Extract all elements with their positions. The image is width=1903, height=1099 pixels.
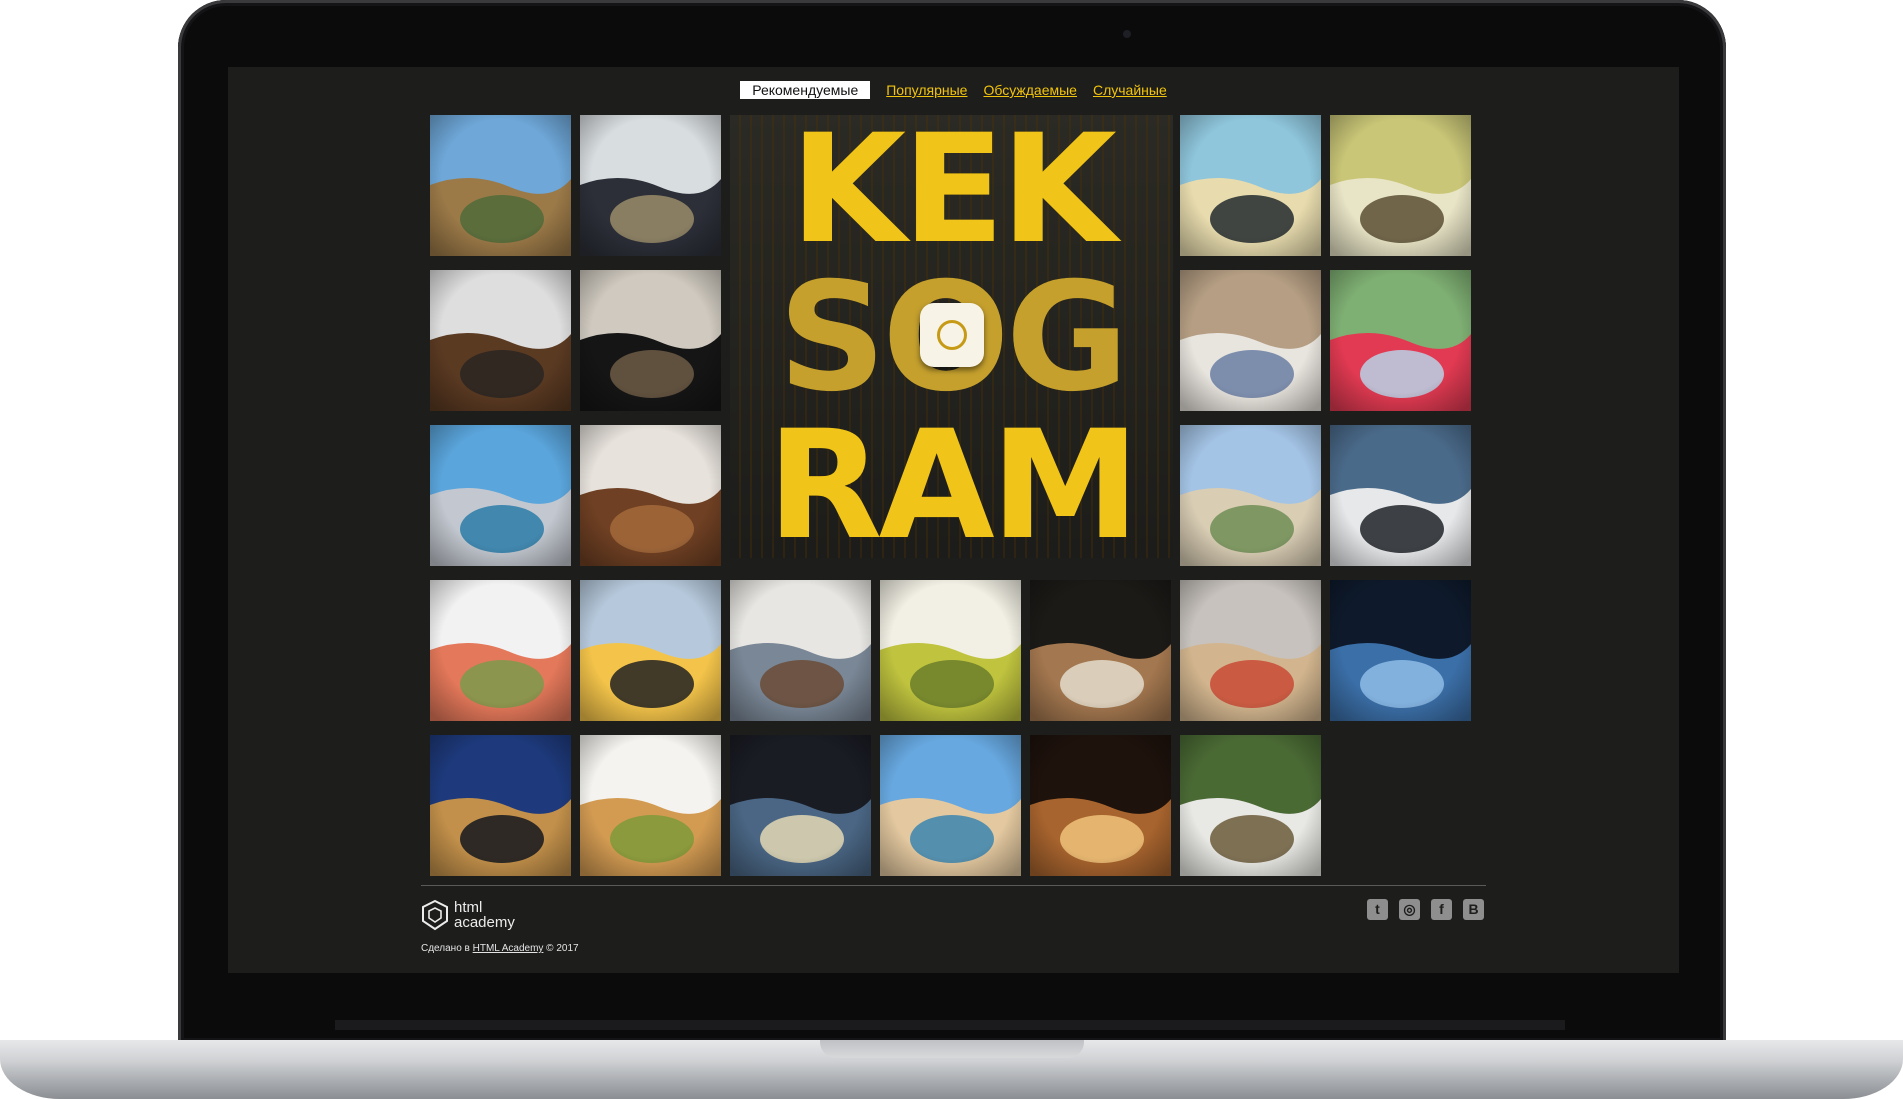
filter-random[interactable]: Случайные — [1093, 81, 1167, 99]
photo-concert-crowd[interactable] — [730, 735, 871, 876]
photo-dunes-path[interactable] — [1180, 425, 1321, 566]
photo-shoe-rack[interactable] — [580, 425, 721, 566]
academy-line-1: html — [454, 899, 483, 916]
photo-car-excavator[interactable] — [580, 115, 721, 256]
kekstagram-logo: KEK SOG RAM — [730, 115, 1173, 558]
photo-slippers-sofa[interactable] — [730, 580, 871, 721]
filter-discussed[interactable]: Обсуждаемые — [983, 81, 1077, 99]
instagram-icon[interactable]: ◎ — [1399, 899, 1420, 920]
photo-safari-room[interactable] — [880, 580, 1021, 721]
copyright-suffix: © 2017 — [543, 943, 579, 954]
photo-white-audi[interactable] — [1330, 425, 1471, 566]
photo-supercar[interactable] — [580, 270, 721, 411]
laptop-hinge — [335, 1020, 1565, 1030]
filter-recommended[interactable]: Рекомендуемые — [740, 81, 871, 99]
logo-line-3: RAM — [767, 399, 1140, 558]
browser-screen: Рекомендуемые Популярные Обсуждаемые Случай… — [228, 67, 1679, 973]
photo-snowman-soup[interactable] — [430, 270, 571, 411]
photo-red-drink[interactable] — [1330, 270, 1471, 411]
photo-pug-shoes[interactable] — [1180, 580, 1321, 721]
photo-salmon-dish[interactable] — [430, 580, 571, 721]
logo-line-1: KEK — [790, 115, 1117, 277]
footer-divider — [421, 885, 1486, 886]
photo-sushi-cat[interactable] — [580, 580, 721, 721]
twitter-icon[interactable]: t — [1367, 899, 1388, 920]
academy-link[interactable]: HTML Academy — [473, 943, 544, 954]
copyright-prefix: Сделано в — [421, 943, 473, 954]
academy-shield-icon — [422, 899, 448, 931]
photo-plane-beach[interactable] — [430, 425, 571, 566]
photo-beach-woman[interactable] — [880, 735, 1021, 876]
html-academy-logo[interactable]: html academy — [421, 899, 551, 935]
laptop-notch — [820, 1040, 1084, 1058]
filter-popular[interactable]: Популярные — [886, 81, 967, 99]
photo-blue-light-feet[interactable] — [1330, 580, 1471, 721]
camera-lens-icon — [920, 303, 984, 367]
facebook-icon[interactable]: f — [1431, 899, 1452, 920]
photo-strawberry-plate[interactable] — [1180, 270, 1321, 411]
copyright: Сделано в HTML Academy © 2017 — [421, 943, 579, 954]
vk-icon[interactable]: B — [1463, 899, 1484, 920]
photo-jeep-river[interactable] — [1180, 735, 1321, 876]
photo-beach-rocks[interactable] — [1180, 115, 1321, 256]
academy-line-2: academy — [454, 914, 515, 931]
photo-girl-camera[interactable] — [1330, 115, 1471, 256]
filters-bar: Рекомендуемые Популярные Обсуждаемые Случай… — [228, 81, 1679, 99]
photo-coast-resort[interactable] — [430, 115, 571, 256]
photo-concert-hands[interactable] — [1030, 735, 1171, 876]
photo-palm-night[interactable] — [430, 735, 571, 876]
photo-choir-stage[interactable] — [1030, 580, 1171, 721]
camera-dot — [1123, 30, 1131, 38]
photo-pasta-bowl[interactable] — [580, 735, 721, 876]
